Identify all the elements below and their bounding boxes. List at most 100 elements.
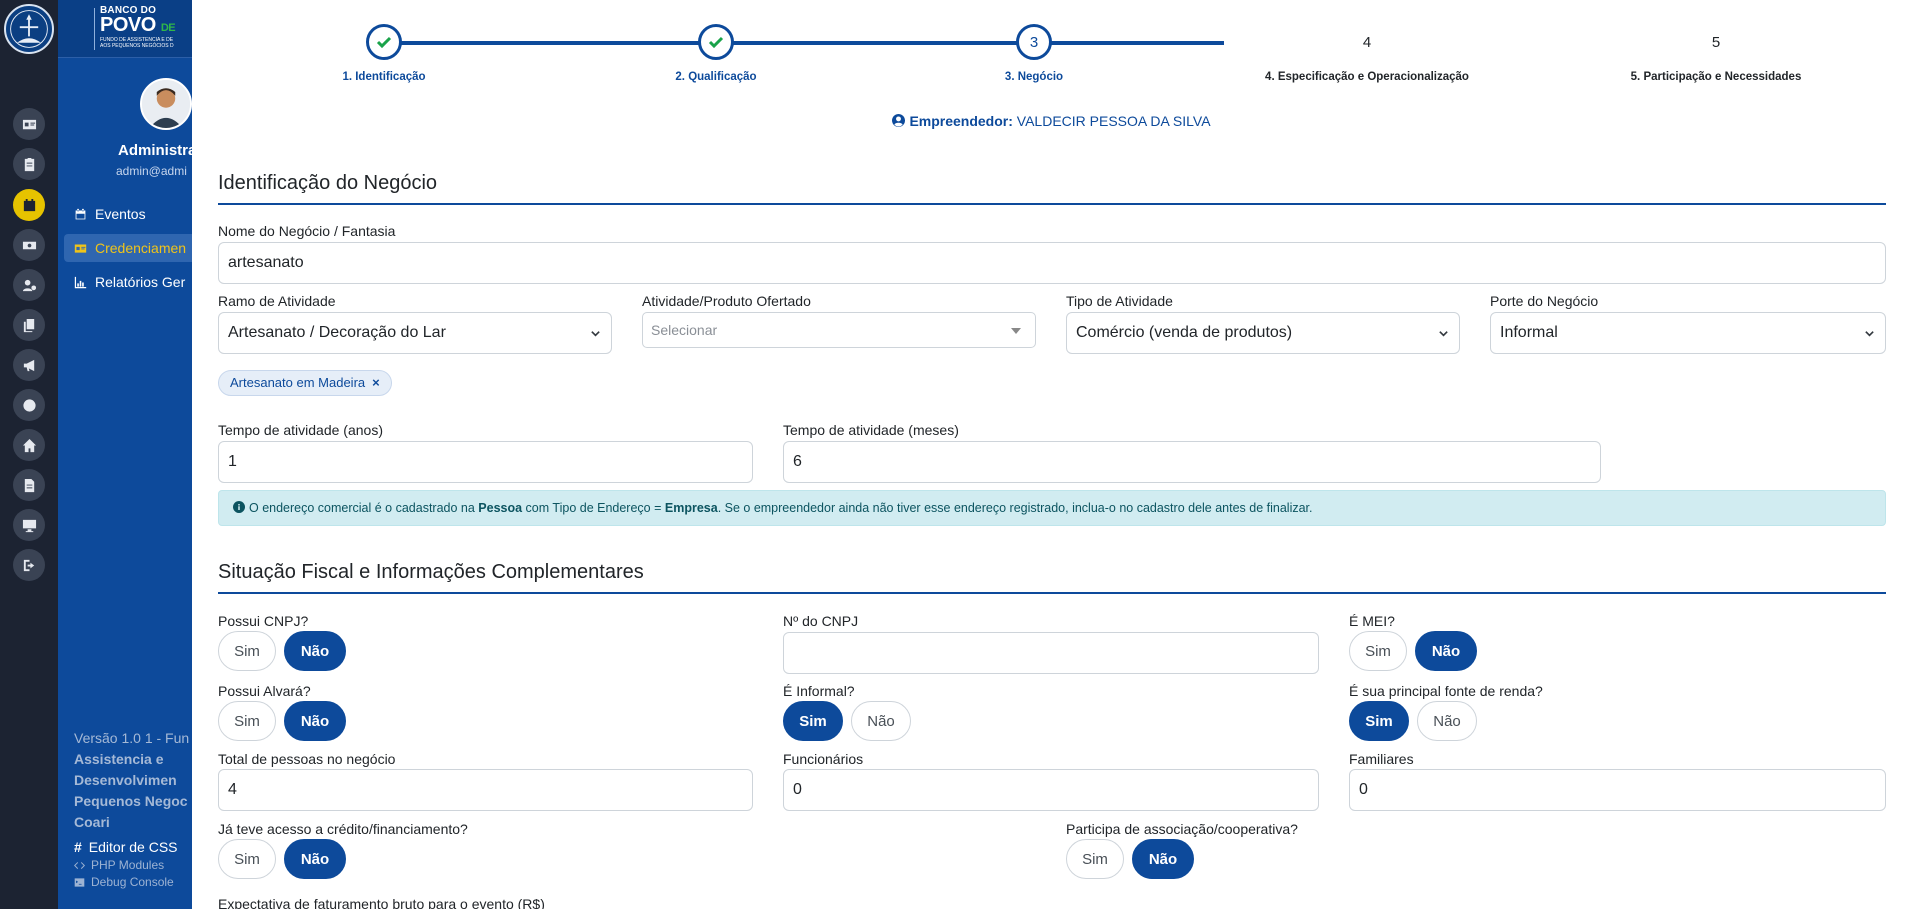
step-circle: 4: [1362, 33, 1372, 51]
brand[interactable]: BANCO DO POVO DE FUNDO DE ASSISTÊNCIA E …: [58, 0, 192, 58]
cnpj-number-input[interactable]: [783, 632, 1319, 674]
home-icon[interactable]: [13, 429, 45, 461]
association-no-button[interactable]: Não: [1132, 839, 1194, 879]
alert-text-1: O endereço comercial é o cadastrado na: [249, 501, 479, 515]
step-participacao[interactable]: 5 5. Participação e Necessidades: [1586, 24, 1846, 84]
sidebar-item-label: Credenciamen: [95, 240, 187, 256]
chevron-down-icon: [591, 331, 600, 337]
sidebar: BANCO DO POVO DE FUNDO DE ASSISTÊNCIA E …: [58, 0, 192, 909]
check-icon: [708, 36, 724, 49]
product-placeholder: Selecionar: [651, 322, 718, 338]
calendar-icon[interactable]: [13, 189, 45, 221]
revenue-label: Expectativa de faturamento bruto para o …: [218, 896, 545, 909]
step-circle: [366, 24, 402, 60]
employees-input[interactable]: 0: [783, 769, 1319, 811]
years-input[interactable]: 1: [218, 441, 753, 483]
sidebar-item-eventos[interactable]: Eventos: [64, 200, 192, 228]
avatar[interactable]: [140, 78, 192, 130]
main-content: 1. Identificação 2. Qualificação 3 3. Ne…: [192, 0, 1911, 909]
credit-question-label: Já teve acesso a crédito/financiamento?: [218, 821, 468, 837]
php-modules-label: PHP Modules: [91, 858, 165, 872]
sidebar-item-credenciamento[interactable]: Credenciamen: [64, 234, 192, 262]
months-input[interactable]: 6: [783, 441, 1601, 483]
business-name-label: Nome do Negócio / Fantasia: [218, 223, 396, 239]
css-editor-link[interactable]: # Editor de CSS: [58, 839, 192, 855]
version-line: Assistencia e: [74, 751, 164, 767]
activity-type-select[interactable]: Comércio (venda de produtos): [1066, 312, 1460, 354]
desktop-icon[interactable]: [13, 509, 45, 541]
step-qualificacao[interactable]: 2. Qualificação: [586, 24, 846, 83]
step-identificacao[interactable]: 1. Identificação: [254, 24, 514, 83]
step-negocio[interactable]: 3 3. Negócio: [904, 24, 1164, 83]
money-icon[interactable]: [13, 229, 45, 261]
branch-value: Artesanato / Decoração do Lar: [228, 324, 446, 341]
alvara-yes-button[interactable]: Sim: [218, 701, 276, 741]
step-label: 5. Participação e Necessidades: [1630, 71, 1802, 83]
main-income-toggle: Sim Não: [1349, 701, 1485, 741]
business-name-input[interactable]: artesanato: [218, 242, 1886, 284]
section-title-situacao-fiscal: Situação Fiscal e Informações Complement…: [218, 561, 1886, 594]
branch-label: Ramo de Atividade: [218, 293, 336, 309]
activity-type-value: Comércio (venda de produtos): [1076, 324, 1293, 341]
alvara-no-button[interactable]: Não: [284, 701, 346, 741]
informal-no-button[interactable]: Não: [851, 701, 911, 741]
informal-yes-button[interactable]: Sim: [783, 701, 843, 741]
cnpj-yes-button[interactable]: Sim: [218, 631, 276, 671]
mei-yes-button[interactable]: Sim: [1349, 631, 1407, 671]
total-people-input[interactable]: 4: [218, 769, 753, 811]
users-cog-icon[interactable]: [13, 269, 45, 301]
size-value: Informal: [1500, 324, 1558, 341]
id-card-icon[interactable]: [13, 108, 45, 140]
caret-down-icon: [1011, 328, 1021, 334]
clipboard-icon[interactable]: [13, 148, 45, 180]
main-income-yes-button[interactable]: Sim: [1349, 701, 1409, 741]
family-input[interactable]: 0: [1349, 769, 1886, 811]
remove-tag-icon[interactable]: ×: [372, 375, 380, 390]
address-info-alert: O endereço comercial é o cadastrado na P…: [218, 490, 1886, 526]
sidebar-menu: Eventos Credenciamen Relatórios Ger: [64, 200, 192, 302]
sidebar-item-relatorios[interactable]: Relatórios Ger: [64, 268, 192, 296]
mei-question-label: É MEI?: [1349, 613, 1395, 629]
step-circle: 5: [1711, 33, 1721, 51]
step-label: 3. Negócio: [1004, 71, 1064, 83]
logo-icon[interactable]: [4, 4, 54, 54]
size-select[interactable]: Informal: [1490, 312, 1886, 354]
copy-icon[interactable]: [13, 309, 45, 341]
step-circle: 3: [1016, 24, 1052, 60]
logout-icon[interactable]: [13, 549, 45, 581]
cnpj-no-button[interactable]: Não: [284, 631, 346, 671]
association-question-label: Participa de associação/cooperativa?: [1066, 821, 1298, 837]
credit-no-button[interactable]: Não: [284, 839, 346, 879]
years-label: Tempo de atividade (anos): [218, 422, 383, 438]
association-yes-button[interactable]: Sim: [1066, 839, 1124, 879]
debug-console-link[interactable]: Debug Console: [58, 875, 192, 889]
product-tag-label: Artesanato em Madeira: [230, 375, 366, 390]
terminal-icon: [74, 877, 85, 887]
user-circle-icon: [892, 114, 906, 127]
cnpj-number-label: Nº do CNPJ: [783, 613, 859, 629]
association-toggle: Sim Não: [1066, 839, 1202, 879]
version-line: Pequenos Negoc: [74, 793, 188, 809]
product-select[interactable]: Selecionar: [642, 312, 1036, 348]
debug-console-label: Debug Console: [91, 875, 174, 889]
alert-empresa: Empresa: [664, 501, 718, 515]
step-especificacao[interactable]: 4 4. Especificação e Operacionalização: [1237, 24, 1497, 84]
stepper: 1. Identificação 2. Qualificação 3 3. Ne…: [192, 0, 1911, 90]
main-income-no-button[interactable]: Não: [1417, 701, 1477, 741]
alvara-toggle: Sim Não: [218, 701, 354, 741]
credit-toggle: Sim Não: [218, 839, 354, 879]
credit-yes-button[interactable]: Sim: [218, 839, 276, 879]
file-icon[interactable]: [13, 469, 45, 501]
mei-no-button[interactable]: Não: [1415, 631, 1477, 671]
branch-select[interactable]: Artesanato / Decoração do Lar: [218, 312, 612, 354]
cnpj-toggle: Sim Não: [218, 631, 354, 671]
css-editor-label: Editor de CSS: [88, 839, 178, 855]
step-label: 2. Qualificação: [675, 71, 757, 83]
php-modules-link[interactable]: PHP Modules: [58, 858, 192, 872]
globe-icon[interactable]: [13, 389, 45, 421]
alert-pessoa: Pessoa: [478, 501, 523, 515]
total-people-label: Total de pessoas no negócio: [218, 751, 396, 767]
bullhorn-icon[interactable]: [13, 349, 45, 381]
family-label: Familiares: [1349, 751, 1414, 767]
cnpj-question-label: Possui CNPJ?: [218, 613, 309, 629]
